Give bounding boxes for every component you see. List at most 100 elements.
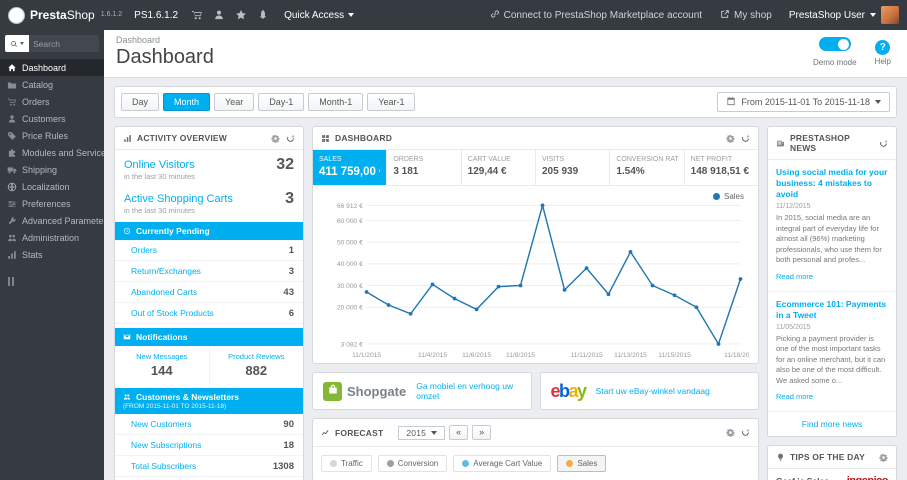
refresh-icon[interactable]: [879, 139, 888, 148]
chart-legend[interactable]: Sales: [712, 192, 744, 201]
kpi-net-profit[interactable]: Net Profit 148 918,51 €: [685, 150, 758, 185]
shopgate-link[interactable]: Ga mobiel en verhoog uw omzet: [416, 381, 520, 401]
forecast-next-button[interactable]: »: [472, 425, 492, 441]
date-range-picker[interactable]: From 2015-11-01 To 2015-11-18: [717, 92, 890, 112]
kpi-visits[interactable]: Visits 205 939: [536, 150, 611, 185]
sidebar-item-dashboard[interactable]: Dashboard: [0, 59, 104, 76]
sidebar-item-customers[interactable]: Customers: [0, 110, 104, 127]
sidebar-item-orders[interactable]: Orders: [0, 93, 104, 110]
star-icon[interactable]: [230, 0, 252, 30]
filter-year[interactable]: Year: [214, 93, 255, 111]
gear-icon[interactable]: [271, 134, 280, 143]
help-button[interactable]: ? Help: [875, 37, 891, 67]
sidebar-item-advanced-parameters[interactable]: Advanced Parameters: [0, 212, 104, 229]
my-shop-link[interactable]: My shop: [711, 0, 781, 30]
user-menu[interactable]: PrestaShop User: [781, 0, 907, 30]
activity-icon: [123, 134, 132, 143]
sidebar-item-modules-and-services[interactable]: Modules and Services: [0, 144, 104, 161]
read-more-link[interactable]: Read more: [776, 392, 813, 401]
pending-row-orders[interactable]: Orders 1: [115, 240, 303, 261]
filter-month[interactable]: Month: [163, 93, 211, 111]
pending-row-out-of-stock-products[interactable]: Out of Stock Products 6: [115, 303, 303, 324]
sidebar-item-catalog[interactable]: Catalog: [0, 76, 104, 93]
ebay-promo[interactable]: ebay Start uw eBay-winkel vandaag: [539, 372, 759, 411]
sidebar-item-localization[interactable]: Localization: [0, 178, 104, 195]
news-list: Using social media for your business: 4 …: [768, 160, 896, 413]
legend-dot-icon: [330, 460, 337, 468]
refresh-icon[interactable]: [741, 428, 750, 437]
kpi-conversion-rate[interactable]: Conversion Rate 1.54%: [610, 150, 685, 185]
pending-row-abandoned-carts[interactable]: Abandoned Carts 43: [115, 282, 303, 303]
filter-year-1[interactable]: Year-1: [367, 93, 416, 111]
lightbulb-icon: [776, 453, 785, 462]
refresh-icon[interactable]: [741, 134, 750, 143]
kpi-value: 1.54%: [616, 166, 645, 177]
customers-row-total-subscribers[interactable]: Total Subscribers 1308: [115, 456, 303, 477]
forecast-legend-traffic[interactable]: Traffic: [321, 455, 372, 473]
kpi-cart-value[interactable]: Cart Value 129,44 €: [462, 150, 536, 185]
sidebar-item-label: Preferences: [22, 198, 71, 209]
news-article-title[interactable]: Using social media for your business: 4 …: [776, 167, 888, 200]
legend-label: Traffic: [341, 459, 363, 469]
link-icon: [490, 9, 500, 22]
filter-day-1[interactable]: Day-1: [258, 93, 305, 111]
activity-stat-link[interactable]: Online Visitors: [124, 159, 195, 171]
find-more-news-link[interactable]: Find more news: [768, 412, 896, 436]
activity-stat-link[interactable]: Active Shopping Carts: [124, 193, 233, 205]
gear-icon[interactable]: [726, 134, 735, 143]
filter-day[interactable]: Day: [121, 93, 160, 111]
filter-month-1[interactable]: Month-1: [308, 93, 364, 111]
kpi-sales[interactable]: Sales 411 759,00 €: [313, 150, 388, 185]
legend-label: Conversion: [397, 459, 439, 469]
sidebar-item-shipping[interactable]: Shipping: [0, 161, 104, 178]
prestashop-logo[interactable]: PrestaShop 1.6.1.2: [0, 6, 130, 24]
customers-row-new-subscriptions[interactable]: New Subscriptions 18: [115, 435, 303, 456]
ingenico-logo: ingenico Payment services: [836, 476, 889, 480]
sales-chart-area: Sales 66 912 € 60 000 € 50 000 € 40 000 € 30…: [313, 186, 758, 363]
dashboard-panel-header: Dashboard: [313, 127, 758, 150]
home-icon: [7, 63, 17, 73]
notification-cell-new-messages[interactable]: New Messages 144: [115, 346, 210, 384]
refresh-icon[interactable]: [286, 134, 295, 143]
search-scope-selector[interactable]: [5, 35, 29, 52]
sidebar-item-price-rules[interactable]: Price Rules: [0, 127, 104, 144]
pending-row-return-exchanges[interactable]: Return/Exchanges 3: [115, 261, 303, 282]
shop-name-link[interactable]: PS1.6.1.2: [134, 10, 178, 21]
svg-text:3 082 €: 3 082 €: [341, 341, 363, 348]
sidebar-item-preferences[interactable]: Preferences: [0, 195, 104, 212]
forecast-legend-average-cart-value[interactable]: Average Cart Value: [453, 455, 552, 473]
sidebar-item-administration[interactable]: Administration: [0, 229, 104, 246]
notification-cell-product-reviews[interactable]: Product Reviews 882: [210, 346, 304, 384]
tag-icon: [7, 131, 17, 141]
ebay-letter: e: [550, 381, 561, 402]
rocket-icon[interactable]: [252, 0, 274, 30]
read-more-link[interactable]: Read more: [776, 272, 813, 281]
demo-mode-toggle[interactable]: Demo mode: [813, 37, 857, 67]
forecast-prev-button[interactable]: «: [449, 425, 469, 441]
forecast-legend-conversion[interactable]: Conversion: [377, 455, 448, 473]
svg-text:20 000 €: 20 000 €: [337, 305, 363, 312]
wrench-icon: [7, 216, 17, 226]
forecast-legend-sales[interactable]: Sales: [557, 455, 607, 473]
kpi-orders[interactable]: Orders 3 181: [387, 150, 462, 185]
gear-icon[interactable]: [726, 428, 735, 438]
shopgate-promo[interactable]: Shopgate Ga mobiel en verhoog uw omzet: [312, 372, 532, 411]
person-icon[interactable]: [208, 0, 230, 30]
search-input[interactable]: [29, 35, 99, 52]
ebay-link[interactable]: Start uw eBay-winkel vandaag: [596, 386, 710, 396]
forecast-panel: Forecast 2015 « »: [312, 418, 759, 480]
breadcrumb[interactable]: Dashboard: [116, 35, 895, 45]
cell-label: Product Reviews: [228, 352, 285, 361]
quick-access-menu[interactable]: Quick Access: [274, 0, 364, 30]
sidebar-collapse-button[interactable]: [8, 277, 104, 286]
sidebar-item-stats[interactable]: Stats: [0, 246, 104, 263]
forecast-year-select[interactable]: 2015: [398, 425, 446, 440]
gear-icon[interactable]: [879, 453, 888, 462]
customers-row-new-customers[interactable]: New Customers 90: [115, 414, 303, 435]
kpi-row: Sales 411 759,00 € Orders 3 181 Cart Value 12…: [313, 150, 758, 186]
cart-icon[interactable]: [186, 0, 208, 30]
news-panel-title: PrestaShop News: [790, 133, 850, 153]
marketplace-link[interactable]: Connect to PrestaShop Marketplace accoun…: [481, 0, 711, 30]
news-article-title[interactable]: Ecommerce 101: Payments in a Tweet: [776, 299, 888, 321]
customers-newsletters-header: Customers & Newsletters (FROM 2015-11-01…: [115, 388, 303, 414]
